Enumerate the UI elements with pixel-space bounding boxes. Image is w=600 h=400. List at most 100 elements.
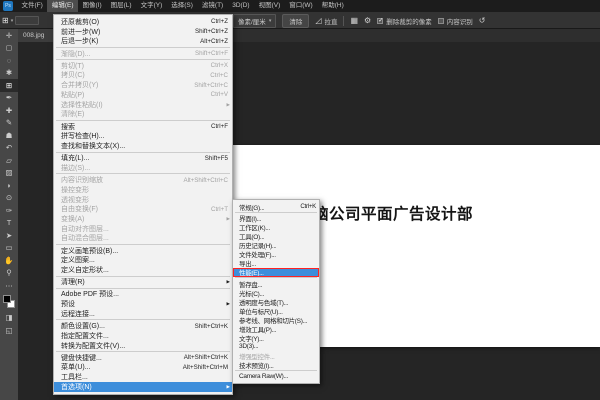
- edit-menu-item[interactable]: 定义图案...: [54, 255, 232, 265]
- preferences-item[interactable]: 技术预览(I)...: [233, 360, 319, 369]
- gear-icon[interactable]: ⚙: [364, 16, 371, 25]
- edit-menu-item[interactable]: 清除(E): [54, 109, 232, 119]
- edit-menu-item[interactable]: 填充(L)...Shift+F5: [54, 153, 232, 163]
- blur-tool[interactable]: ◗: [0, 179, 18, 192]
- edit-menu-item[interactable]: 选择性粘贴(I)▶: [54, 100, 232, 110]
- edit-menu-item[interactable]: 首选项(N)▶: [54, 382, 232, 392]
- edit-menu-item[interactable]: 透视变形: [54, 195, 232, 205]
- preferences-item-label: 文字(Y)...: [239, 333, 264, 343]
- shape-tool[interactable]: ▭: [0, 242, 18, 255]
- gradient-tool[interactable]: ▨: [0, 167, 18, 180]
- menubar-item-3[interactable]: 图像(I): [78, 0, 106, 12]
- edit-menu-item[interactable]: 操控变形: [54, 185, 232, 195]
- eyedropper-tool[interactable]: ✒: [0, 92, 18, 105]
- preferences-item[interactable]: 性能(E)...: [233, 268, 319, 277]
- edit-menu-item[interactable]: 拷贝(C)Ctrl+C: [54, 71, 232, 81]
- chevron-down-icon[interactable]: ▾: [11, 18, 14, 24]
- edit-menu-item[interactable]: 定义画笔预设(B)...: [54, 246, 232, 256]
- edit-menu-item[interactable]: 内容识别缩放Alt+Shift+Ctrl+C: [54, 175, 232, 185]
- pen-tool[interactable]: ✑: [0, 204, 18, 217]
- foreground-color-swatch[interactable]: [3, 295, 11, 303]
- menubar-item-7[interactable]: 滤镜(T): [197, 0, 227, 12]
- hand-tool[interactable]: ✋: [0, 254, 18, 267]
- edit-menu-item[interactable]: 还原裁剪(O) Ctrl+Z: [54, 17, 232, 27]
- edit-menu-item[interactable]: 转换为配置文件(V)...: [54, 341, 232, 351]
- edit-menu-item[interactable]: 指定配置文件...: [54, 331, 232, 341]
- edit-menu-item[interactable]: 拼写检查(H)...: [54, 131, 232, 141]
- menubar-item-8[interactable]: 3D(D): [228, 0, 254, 12]
- edit-menu-item-label: 定义图案...: [61, 255, 95, 265]
- menu-bar: Ps 文件(F)编辑(E)图像(I)图层(L)文字(Y)选择(S)滤镜(T)3D…: [0, 0, 600, 12]
- edit-menu-item[interactable]: 预设▶: [54, 299, 232, 309]
- menubar-item-10[interactable]: 窗口(W): [285, 0, 317, 12]
- edit-menu-item[interactable]: 后退一步(K)Alt+Ctrl+Z: [54, 36, 232, 46]
- brush-tool[interactable]: ✎: [0, 117, 18, 130]
- edit-menu-item[interactable]: 渐隐(D)...Shift+Ctrl+F: [54, 49, 232, 59]
- reset-icon[interactable]: ↺: [479, 16, 486, 25]
- spot-healing-brush-tool[interactable]: ✚: [0, 104, 18, 117]
- eraser-tool[interactable]: ▱: [0, 154, 18, 167]
- menubar-item-5[interactable]: 文字(Y): [136, 0, 167, 12]
- menubar-item-1[interactable]: 文件(F): [17, 0, 47, 12]
- overlay-grid-icon[interactable]: ▦: [350, 16, 358, 25]
- edit-menu-item[interactable]: 工具栏...: [54, 372, 232, 382]
- edit-menu-item[interactable]: 变换(A)▶: [54, 214, 232, 224]
- crop-ratio-field[interactable]: [15, 16, 39, 25]
- edit-menu-item[interactable]: 远程连接...: [54, 309, 232, 319]
- menubar-item-4[interactable]: 图层(L): [106, 0, 136, 12]
- edit-menu-item[interactable]: Adobe PDF 预设...: [54, 290, 232, 300]
- menubar-item-2[interactable]: 编辑(E): [47, 0, 78, 12]
- straighten-control[interactable]: ◿ 拉直: [315, 16, 337, 26]
- edit-menu-item[interactable]: 合并拷贝(Y)Shift+Ctrl+C: [54, 80, 232, 90]
- edit-menu-item[interactable]: 自由变换(F)Ctrl+T: [54, 204, 232, 214]
- edit-menu-item[interactable]: 键盘快捷键...Alt+Shift+Ctrl+K: [54, 353, 232, 363]
- zoom-tool[interactable]: ⚲: [0, 267, 18, 280]
- preferences-item[interactable]: 常规(G)...Ctrl+K: [233, 202, 319, 211]
- type-tool[interactable]: T: [0, 217, 18, 230]
- dodge-tool[interactable]: ⊙: [0, 192, 18, 205]
- edit-menu-item[interactable]: 描边(S)...: [54, 163, 232, 173]
- edit-menu-item[interactable]: 剪切(T)Ctrl+X: [54, 61, 232, 71]
- edit-menu-item-shortcut: Ctrl+Z: [205, 18, 228, 25]
- menubar-item-9[interactable]: 视图(V): [254, 0, 285, 12]
- crop-icon[interactable]: ⊞: [2, 16, 9, 25]
- edit-menu-item[interactable]: 清理(R)▶: [54, 277, 232, 287]
- color-swatches[interactable]: [0, 295, 18, 312]
- edit-menu-item[interactable]: 查找和替换文本(X)...: [54, 141, 232, 151]
- edit-menu-item-label: 键盘快捷键...: [61, 353, 102, 363]
- edit-menu-item[interactable]: 粘贴(P)Ctrl+V: [54, 90, 232, 100]
- path-selection-tool[interactable]: ➤: [0, 229, 18, 242]
- preferences-item[interactable]: Camera Raw(W)...: [233, 372, 319, 381]
- clone-stamp-tool[interactable]: ☗: [0, 129, 18, 142]
- history-brush-tool[interactable]: ↶: [0, 142, 18, 155]
- edit-menu-item[interactable]: 前进一步(W)Shift+Ctrl+Z: [54, 27, 232, 37]
- menubar-item-6[interactable]: 选择(S): [167, 0, 198, 12]
- edit-menu-item-label: 还原裁剪(O): [61, 17, 99, 27]
- move-tool[interactable]: ✛: [0, 29, 18, 42]
- edit-menu-item[interactable]: 自动对齐图层...: [54, 224, 232, 234]
- clear-button[interactable]: 清除: [282, 14, 309, 28]
- edit-menu-item[interactable]: 定义自定形状...: [54, 265, 232, 275]
- resolution-unit-dropdown[interactable]: 像素/厘米 ▾: [233, 14, 276, 28]
- edit-menu-item-shortcut: Ctrl+C: [204, 72, 228, 79]
- edit-menu-item[interactable]: 颜色设置(G)...Shift+Ctrl+K: [54, 321, 232, 331]
- quick-mask-icon[interactable]: ◨: [0, 312, 18, 325]
- menubar-item-11[interactable]: 帮助(H): [317, 0, 348, 12]
- lasso-tool[interactable]: ◌: [0, 54, 18, 67]
- rectangular-marquee-tool[interactable]: ◻: [0, 42, 18, 55]
- content-aware-checkbox[interactable]: 内容识别: [438, 16, 473, 26]
- delete-cropped-pixels-checkbox[interactable]: 删除裁剪的像素: [377, 16, 432, 26]
- straighten-icon: ◿: [315, 16, 321, 25]
- edit-menu-item-shortcut: Alt+Shift+Ctrl+M: [177, 364, 228, 371]
- edit-menu-item[interactable]: 菜单(U)...Alt+Shift+Ctrl+M: [54, 363, 232, 373]
- edit-menu-item[interactable]: 搜索Ctrl+F: [54, 122, 232, 132]
- edit-menu-item-label: 预设: [61, 299, 75, 309]
- document-tab[interactable]: 008.jpg: [18, 29, 55, 42]
- crop-tool[interactable]: ⊞: [0, 79, 18, 92]
- screen-mode-icon[interactable]: ◱: [0, 324, 18, 337]
- quick-selection-tool[interactable]: ✱: [0, 67, 18, 80]
- edit-menu-item-shortcut: Shift+F5: [199, 155, 228, 162]
- edit-menu-item[interactable]: 自动混合图层...: [54, 233, 232, 243]
- preferences-item[interactable]: 文字(Y)...: [233, 333, 319, 342]
- edit-toolbar[interactable]: ⋯: [0, 279, 18, 292]
